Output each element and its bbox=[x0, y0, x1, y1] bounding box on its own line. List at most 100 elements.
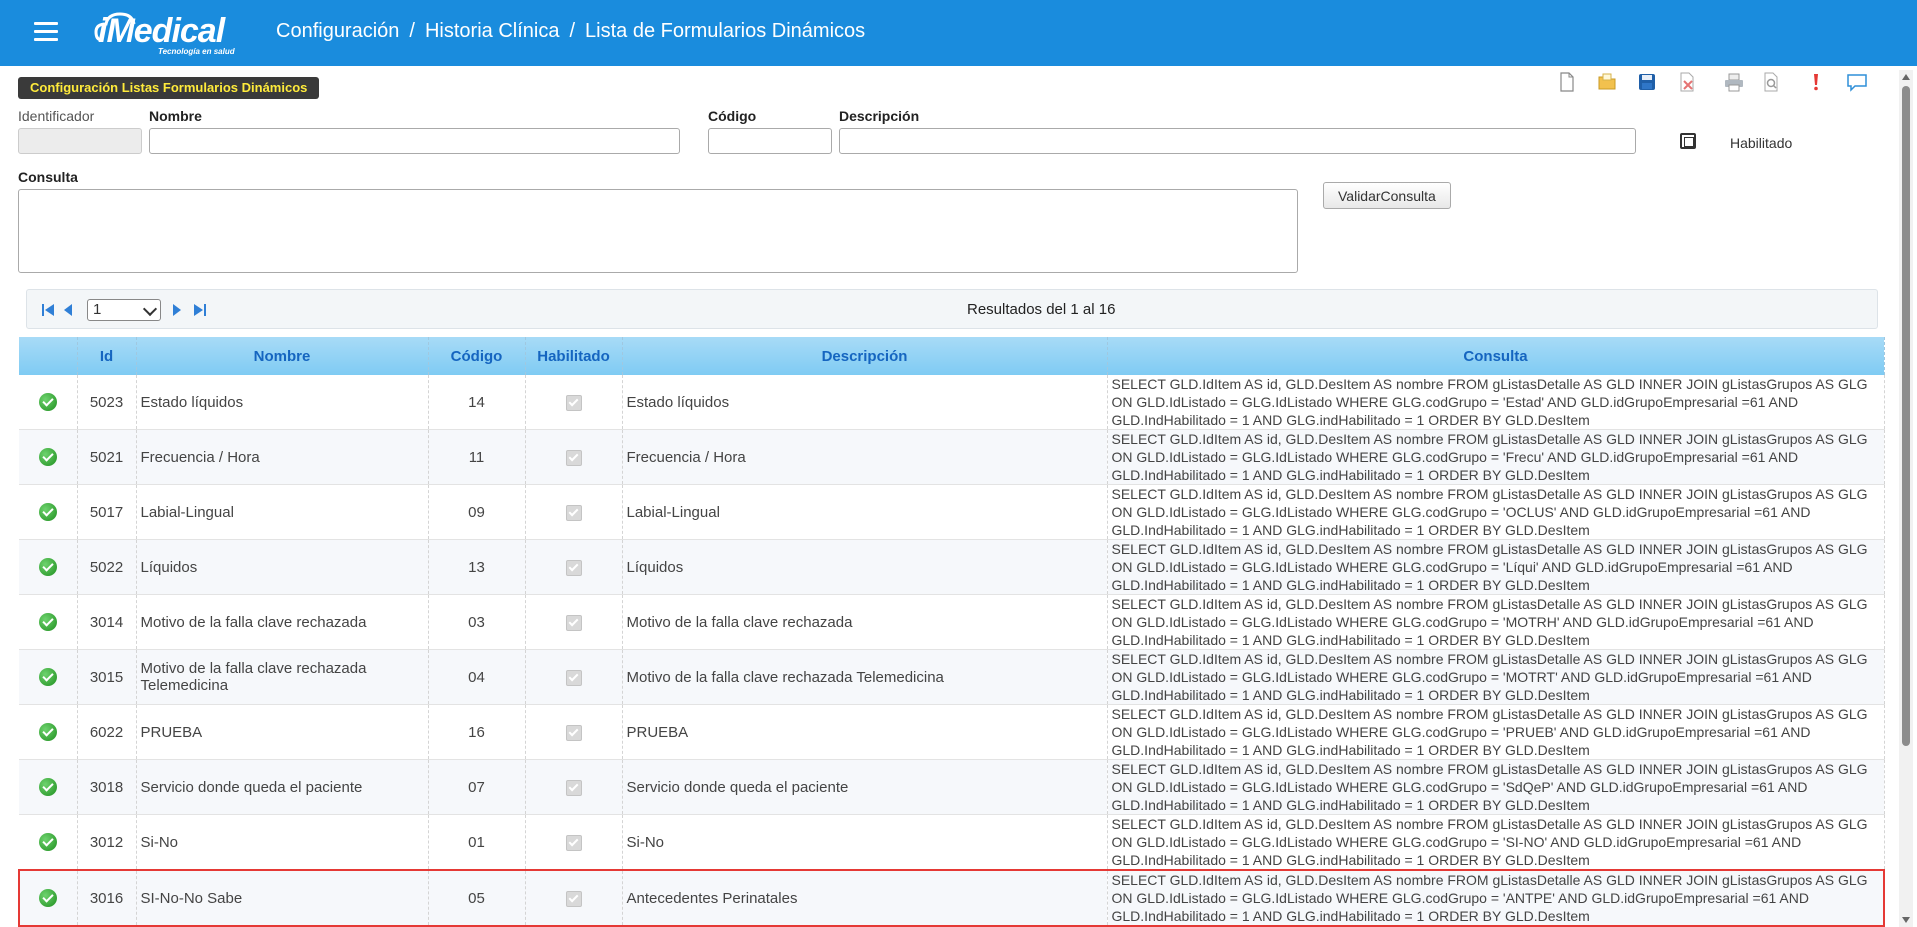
data-table: Id Nombre Código Habilitado Descripción … bbox=[18, 337, 1885, 927]
codigo-cell: 16 bbox=[428, 704, 526, 760]
consulta-cell: SELECT GLD.IdItem AS id, GLD.DesItem AS … bbox=[1107, 814, 1885, 871]
table-row-selected[interactable]: 3016 SI-No-No Sabe 05 Antecedentes Perin… bbox=[18, 869, 1885, 927]
habilitado-cell bbox=[525, 375, 623, 430]
id-cell: 6022 bbox=[77, 704, 137, 760]
table-row[interactable]: 3012 Si-No 01 Si-No SELECT GLD.IdItem AS… bbox=[19, 814, 1885, 871]
consulta-cell: SELECT GLD.IdItem AS id, GLD.DesItem AS … bbox=[1107, 484, 1885, 540]
vertical-scrollbar[interactable] bbox=[1899, 70, 1913, 927]
last-page-icon[interactable] bbox=[193, 303, 207, 317]
breadcrumb-item[interactable]: Configuración bbox=[276, 20, 399, 42]
consulta-cell: SELECT GLD.IdItem AS id, GLD.DesItem AS … bbox=[1107, 649, 1885, 705]
habilitado-checkbox-readonly bbox=[565, 504, 582, 521]
habilitado-cell bbox=[525, 594, 623, 650]
nombre-cell: SI-No-No Sabe bbox=[136, 869, 429, 927]
identificador-field bbox=[18, 128, 142, 154]
habilitado-checkbox-readonly bbox=[565, 724, 582, 741]
print-icon[interactable] bbox=[1723, 71, 1745, 93]
habilitado-cell bbox=[525, 759, 623, 815]
breadcrumb-item: Lista de Formularios Dinámicos bbox=[585, 20, 866, 42]
logo-tagline: Tecnología en salud bbox=[158, 47, 235, 56]
consulta-cell: SELECT GLD.IdItem AS id, GLD.DesItem AS … bbox=[1107, 759, 1885, 815]
check-circle-icon bbox=[38, 393, 57, 412]
column-header-id[interactable]: Id bbox=[77, 337, 137, 375]
prev-page-icon[interactable] bbox=[61, 303, 75, 317]
id-cell: 3015 bbox=[77, 649, 137, 705]
table-row[interactable]: 5023 Estado líquidos 14 Estado líquidos … bbox=[19, 375, 1885, 430]
descripcion-field[interactable] bbox=[839, 128, 1636, 154]
first-page-icon[interactable] bbox=[41, 303, 55, 317]
consulta-label: Consulta bbox=[18, 169, 78, 185]
habilitado-cell bbox=[525, 539, 623, 595]
check-circle-icon bbox=[38, 558, 57, 577]
check-circle-icon bbox=[38, 668, 57, 687]
preview-icon[interactable] bbox=[1760, 71, 1782, 93]
descripcion-cell: Servicio donde queda el paciente bbox=[622, 759, 1108, 815]
table-row[interactable]: 3015 Motivo de la falla clave rechazada … bbox=[19, 649, 1885, 705]
open-folder-icon[interactable] bbox=[1596, 71, 1618, 93]
scroll-up-icon[interactable] bbox=[1902, 74, 1910, 80]
nombre-cell: Estado líquidos bbox=[136, 375, 429, 430]
check-circle-icon bbox=[38, 833, 57, 852]
column-header-codigo[interactable]: Código bbox=[428, 337, 526, 375]
codigo-cell: 13 bbox=[428, 539, 526, 595]
alert-icon[interactable] bbox=[1805, 71, 1827, 93]
nombre-cell: Líquidos bbox=[136, 539, 429, 595]
habilitado-label: Habilitado bbox=[1730, 135, 1793, 151]
nombre-cell: Si-No bbox=[136, 814, 429, 871]
consulta-textarea[interactable] bbox=[18, 189, 1298, 273]
save-icon[interactable] bbox=[1636, 71, 1658, 93]
column-header-consulta[interactable]: Consulta bbox=[1107, 337, 1885, 375]
table-header-row: Id Nombre Código Habilitado Descripción … bbox=[19, 337, 1885, 375]
breadcrumb: Configuración / Historia Clínica / Lista de … bbox=[276, 20, 865, 43]
comment-icon[interactable] bbox=[1846, 71, 1868, 93]
status-cell bbox=[19, 429, 78, 485]
status-cell bbox=[19, 594, 78, 650]
column-header-status bbox=[19, 337, 78, 375]
table-row[interactable]: 3018 Servicio donde queda el paciente 07… bbox=[19, 759, 1885, 815]
delete-icon[interactable] bbox=[1676, 71, 1698, 93]
table-row[interactable]: 6022 PRUEBA 16 PRUEBA SELECT GLD.IdItem … bbox=[19, 704, 1885, 760]
column-header-descripcion[interactable]: Descripción bbox=[622, 337, 1108, 375]
descripcion-cell: PRUEBA bbox=[622, 704, 1108, 760]
codigo-cell: 03 bbox=[428, 594, 526, 650]
menu-icon[interactable] bbox=[34, 22, 58, 42]
check-circle-icon bbox=[38, 448, 57, 467]
habilitado-checkbox-readonly bbox=[565, 779, 582, 796]
id-cell: 3014 bbox=[77, 594, 137, 650]
table-row[interactable]: 5022 Líquidos 13 Líquidos SELECT GLD.IdI… bbox=[19, 539, 1885, 595]
descripcion-label: Descripción bbox=[839, 108, 920, 124]
table-row[interactable]: 5017 Labial-Lingual 09 Labial-Lingual SE… bbox=[19, 484, 1885, 540]
status-cell bbox=[19, 704, 78, 760]
habilitado-checkbox-readonly bbox=[565, 449, 582, 466]
codigo-field[interactable] bbox=[708, 128, 832, 154]
table-row[interactable]: 3014 Motivo de la falla clave rechazada … bbox=[19, 594, 1885, 650]
scrollbar-thumb[interactable] bbox=[1902, 86, 1910, 746]
codigo-cell: 04 bbox=[428, 649, 526, 705]
id-cell: 5021 bbox=[77, 429, 137, 485]
scroll-down-icon[interactable] bbox=[1902, 917, 1910, 923]
nombre-cell: PRUEBA bbox=[136, 704, 429, 760]
id-cell: 3018 bbox=[77, 759, 137, 815]
status-cell bbox=[19, 484, 78, 540]
habilitado-checkbox[interactable] bbox=[1680, 133, 1696, 149]
column-header-habilitado[interactable]: Habilitado bbox=[525, 337, 623, 375]
logo[interactable]: iMedical Tecnología en salud bbox=[94, 6, 254, 60]
codigo-cell: 11 bbox=[428, 429, 526, 485]
consulta-cell: SELECT GLD.IdItem AS id, GLD.DesItem AS … bbox=[1107, 869, 1885, 927]
codigo-cell: 07 bbox=[428, 759, 526, 815]
habilitado-checkbox-readonly bbox=[565, 394, 582, 411]
validar-consulta-button[interactable]: ValidarConsulta bbox=[1323, 182, 1451, 209]
nombre-cell: Frecuencia / Hora bbox=[136, 429, 429, 485]
next-page-icon[interactable] bbox=[170, 303, 184, 317]
habilitado-checkbox-readonly bbox=[565, 890, 582, 907]
page-select[interactable]: 1 bbox=[87, 299, 161, 321]
habilitado-cell bbox=[525, 869, 623, 927]
breadcrumb-item[interactable]: Historia Clínica bbox=[425, 20, 559, 42]
habilitado-cell bbox=[525, 429, 623, 485]
table-row[interactable]: 5021 Frecuencia / Hora 11 Frecuencia / H… bbox=[19, 429, 1885, 485]
nombre-field[interactable] bbox=[149, 128, 680, 154]
habilitado-checkbox-readonly bbox=[565, 834, 582, 851]
column-header-nombre[interactable]: Nombre bbox=[136, 337, 429, 375]
status-cell bbox=[19, 759, 78, 815]
new-document-icon[interactable] bbox=[1556, 71, 1578, 93]
